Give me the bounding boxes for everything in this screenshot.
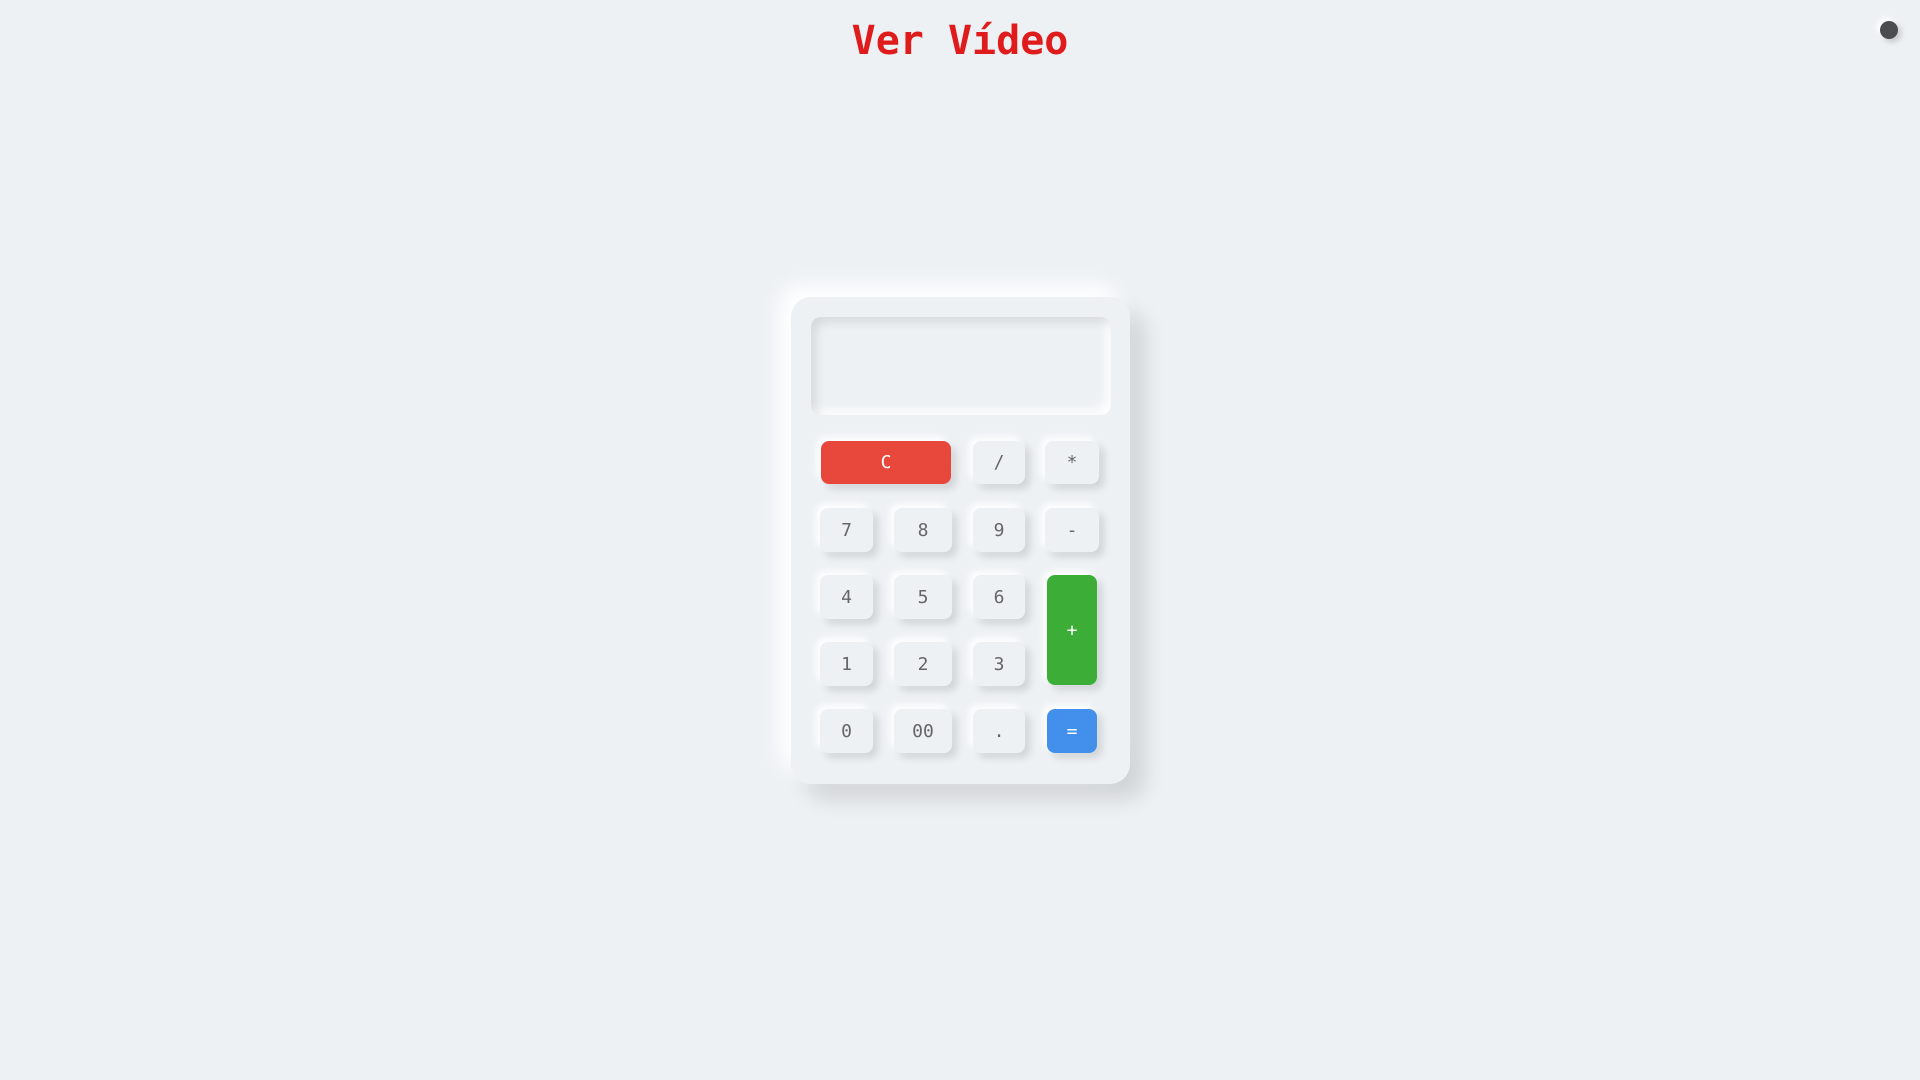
divide-button[interactable]: / xyxy=(973,441,1025,484)
digit-4-button[interactable]: 4 xyxy=(820,575,873,619)
digit-9-button[interactable]: 9 xyxy=(973,508,1025,552)
digit-2-button[interactable]: 2 xyxy=(894,642,952,686)
subtract-button[interactable]: - xyxy=(1045,508,1099,552)
calculator: C / * 7 8 9 - 4 5 6 + 1 2 3 0 00 . = xyxy=(791,297,1130,784)
theme-toggle-dot-icon[interactable] xyxy=(1880,21,1898,39)
calculator-display[interactable] xyxy=(811,317,1111,415)
digit-8-button[interactable]: 8 xyxy=(894,508,952,552)
page-title-link[interactable]: Ver Vídeo xyxy=(0,18,1920,64)
decimal-point-button[interactable]: . xyxy=(973,709,1025,753)
digit-7-button[interactable]: 7 xyxy=(820,508,873,552)
digit-3-button[interactable]: 3 xyxy=(973,642,1025,686)
add-button[interactable]: + xyxy=(1047,575,1097,685)
double-zero-button[interactable]: 00 xyxy=(894,709,952,753)
digit-6-button[interactable]: 6 xyxy=(973,575,1025,619)
multiply-button[interactable]: * xyxy=(1045,441,1099,484)
digit-5-button[interactable]: 5 xyxy=(894,575,952,619)
equals-button[interactable]: = xyxy=(1047,709,1097,753)
clear-button[interactable]: C xyxy=(821,441,951,484)
digit-1-button[interactable]: 1 xyxy=(820,642,873,686)
digit-0-button[interactable]: 0 xyxy=(820,709,873,753)
